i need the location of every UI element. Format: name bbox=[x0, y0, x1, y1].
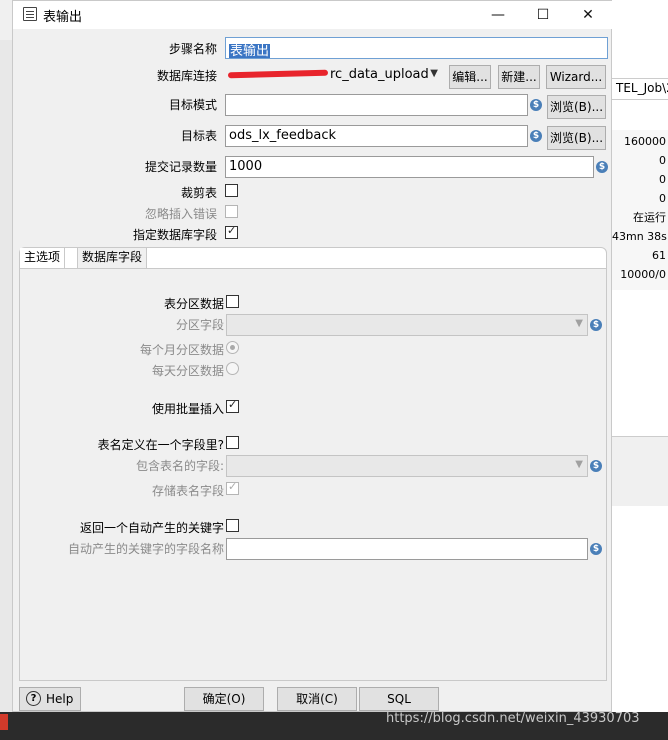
new-connection-button[interactable]: 新建... bbox=[498, 65, 540, 89]
target-schema-label: 目标模式 bbox=[168, 98, 217, 112]
variable-icon[interactable]: $ bbox=[530, 130, 542, 142]
background-tab-label[interactable]: TEL_Job\2 bbox=[616, 81, 668, 95]
main-options-panel: 表分区数据 分区字段 ▼ $ 每个月分区数据 每天分区数据 使用批量插入 ✓ 表… bbox=[20, 269, 606, 680]
return-key-label: 返回一个自动产生的关键字 bbox=[79, 521, 224, 535]
edit-connection-button[interactable]: 编辑... bbox=[449, 65, 491, 89]
close-button[interactable]: ✕ bbox=[566, 1, 610, 29]
target-table-input[interactable]: ods_lx_feedback bbox=[225, 125, 528, 147]
background-cell: 在运行 bbox=[633, 211, 666, 224]
wizard-button[interactable]: Wizard... bbox=[546, 65, 606, 89]
help-button[interactable]: ? Help bbox=[19, 687, 81, 711]
table-name-field-select[interactable]: ▼ bbox=[226, 455, 588, 477]
ok-button[interactable]: 确定(O) bbox=[184, 687, 264, 711]
cancel-button[interactable]: 取消(C) bbox=[277, 687, 357, 711]
commit-size-input[interactable]: 1000 bbox=[225, 156, 594, 178]
window-title: 表输出 bbox=[43, 10, 83, 25]
specify-fields-label: 指定数据库字段 bbox=[132, 228, 217, 242]
monthly-partition-label: 每个月分区数据 bbox=[139, 343, 224, 357]
ignore-errors-checkbox[interactable] bbox=[225, 205, 238, 218]
step-name-label: 步骤名称 bbox=[168, 42, 217, 56]
table-output-dialog: 表输出 — ☐ ✕ 步骤名称 表输出 数据库连接 rc_data_upload … bbox=[12, 0, 613, 712]
db-connection-select[interactable]: rc_data_upload ▼ bbox=[225, 64, 443, 86]
chevron-down-icon: ▼ bbox=[575, 459, 583, 470]
ignore-errors-label: 忽略插入错误 bbox=[144, 207, 217, 221]
background-cell: 43mn 38s bbox=[612, 230, 667, 243]
background-cell: 10000/0 bbox=[620, 268, 666, 281]
background-cell: 160000 bbox=[624, 135, 666, 148]
background-cell: 61 bbox=[652, 249, 666, 262]
truncate-label: 裁剪表 bbox=[180, 186, 217, 200]
browse-schema-button[interactable]: 浏览(B)... bbox=[547, 95, 606, 119]
chevron-down-icon: ▼ bbox=[575, 318, 583, 329]
table-in-field-checkbox[interactable] bbox=[226, 436, 239, 449]
auto-key-field-label: 自动产生的关键字的字段名称 bbox=[67, 542, 224, 556]
step-name-input[interactable]: 表输出 bbox=[225, 37, 608, 59]
db-connection-label: 数据库连接 bbox=[156, 69, 217, 83]
redaction-mark bbox=[227, 69, 329, 79]
partition-field-select[interactable]: ▼ bbox=[226, 314, 588, 336]
variable-icon[interactable]: $ bbox=[530, 99, 542, 111]
batch-insert-checkbox[interactable]: ✓ bbox=[226, 398, 239, 413]
variable-icon[interactable]: $ bbox=[590, 319, 602, 331]
store-table-name-label: 存储表名字段 bbox=[151, 484, 224, 498]
app-icon bbox=[23, 7, 37, 21]
db-connection-value: rc_data_upload bbox=[330, 67, 429, 82]
question-circle-icon: ? bbox=[26, 691, 41, 706]
table-name-field-label: 包含表名的字段: bbox=[135, 459, 224, 473]
watermark-text: https://blog.csdn.net/weixin_43930703 bbox=[386, 711, 640, 726]
background-left-panel bbox=[0, 40, 12, 712]
partition-field-label: 分区字段 bbox=[175, 318, 224, 332]
partition-checkbox[interactable] bbox=[226, 295, 239, 308]
help-label: Help bbox=[46, 692, 74, 706]
background-cell: 0 bbox=[659, 173, 666, 186]
variable-icon[interactable]: $ bbox=[590, 460, 602, 472]
maximize-button[interactable]: ☐ bbox=[521, 1, 565, 29]
tab-database-fields[interactable]: 数据库字段 bbox=[77, 248, 148, 268]
step-name-value: 表输出 bbox=[229, 44, 271, 59]
return-key-checkbox[interactable] bbox=[226, 519, 239, 532]
daily-partition-radio[interactable] bbox=[226, 362, 239, 375]
tab-main-options[interactable]: 主选项 bbox=[20, 248, 66, 268]
specify-fields-checkbox[interactable]: ✓ bbox=[225, 224, 238, 239]
daily-partition-label: 每天分区数据 bbox=[151, 364, 224, 378]
variable-icon[interactable]: $ bbox=[596, 161, 608, 173]
browse-table-button[interactable]: 浏览(B)... bbox=[547, 126, 606, 150]
sql-button[interactable]: SQL bbox=[359, 687, 439, 711]
tab-container: 主选项 数据库字段 表分区数据 分区字段 ▼ $ 每个月分区数据 每天分区数据 … bbox=[19, 247, 607, 681]
target-schema-input[interactable] bbox=[225, 94, 528, 116]
title-bar: 表输出 — ☐ ✕ bbox=[13, 1, 613, 29]
background-cell: 0 bbox=[659, 192, 666, 205]
target-table-label: 目标表 bbox=[180, 129, 217, 143]
auto-key-field-input[interactable] bbox=[226, 538, 588, 560]
store-table-name-checkbox[interactable]: ✓ bbox=[226, 480, 239, 495]
partition-label: 表分区数据 bbox=[163, 297, 224, 311]
background-right-panel: TEL_Job\2 bbox=[612, 0, 668, 740]
table-in-field-label: 表名定义在一个字段里? bbox=[97, 438, 224, 452]
batch-insert-label: 使用批量插入 bbox=[151, 402, 224, 416]
commit-size-label: 提交记录数量 bbox=[144, 160, 217, 174]
truncate-checkbox[interactable] bbox=[225, 184, 238, 197]
monthly-partition-radio[interactable] bbox=[226, 341, 239, 354]
chevron-down-icon: ▼ bbox=[430, 68, 438, 79]
minimize-button[interactable]: — bbox=[476, 1, 520, 29]
variable-icon[interactable]: $ bbox=[590, 543, 602, 555]
background-cell: 0 bbox=[659, 154, 666, 167]
